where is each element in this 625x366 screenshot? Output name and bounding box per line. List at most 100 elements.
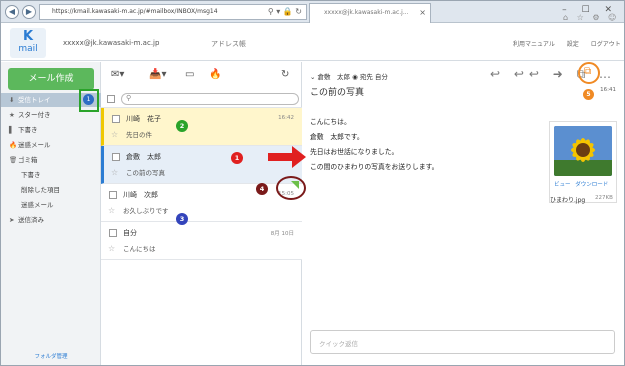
trash-icon: 🗑 xyxy=(9,156,18,164)
tab-close-icon[interactable]: × xyxy=(419,8,426,17)
body-line: 先日はお世話になりました。 xyxy=(310,148,399,156)
message-checkbox[interactable] xyxy=(109,191,117,199)
message-time: 8月 10日 xyxy=(270,231,294,237)
browser-chrome: ◀ ▶ https://kmail.kawasaki-m.ac.jp/#mail… xyxy=(1,1,624,23)
logo-k: K xyxy=(22,29,34,44)
folder-trash[interactable]: 🗑ゴミ箱 xyxy=(1,153,101,167)
tab-title: xxxxx@jk.kawasaki-m.ac.j... xyxy=(324,9,409,16)
folder-label: 受信トレイ xyxy=(18,96,51,104)
message-checkbox[interactable] xyxy=(112,153,120,161)
attachment-name: ひまわり.jpg xyxy=(550,197,586,204)
app-header: K mail xxxxx@jk.kawasaki-m.ac.jp アドレス帳 利… xyxy=(1,23,624,61)
message-row[interactable]: ☆ 川崎 次郎 お久しぶりです 15:05 xyxy=(101,184,302,222)
mark-read-icon[interactable]: ✉▾ xyxy=(111,69,124,80)
message-sender: 倉敷 太郎 xyxy=(126,153,161,161)
archive-icon[interactable]: ▭ xyxy=(185,69,194,80)
attachment-buttons: ビュー ダウンロード xyxy=(554,180,608,188)
quick-reply-placeholder: クイック返信 xyxy=(319,340,358,348)
inbox-unread-badge: 1 xyxy=(83,94,94,105)
message-time: 16:41 xyxy=(600,87,616,93)
folder-spam[interactable]: 🔥迷惑メール xyxy=(1,138,101,152)
annotation-3: 3 xyxy=(176,213,188,225)
star-icon[interactable]: ☆ xyxy=(111,130,118,139)
star-icon[interactable]: ☆ xyxy=(108,206,115,215)
folder-trash-deleted[interactable]: 削除した項目 xyxy=(1,183,101,197)
search-input[interactable]: ⚲ xyxy=(121,93,299,105)
inbox-icon: ⬇ xyxy=(9,96,15,104)
select-all-checkbox[interactable] xyxy=(107,95,115,103)
message-row[interactable]: ☆ 川崎 花子 先日の件 16:42 xyxy=(101,108,302,146)
url-text: https://kmail.kawasaki-m.ac.jp/#mailbox/… xyxy=(52,8,218,15)
attachment-size: 227KB xyxy=(595,195,613,201)
move-icon[interactable]: 📥▾ xyxy=(149,69,166,80)
top-links: 利用マニュアル 設定 ログアウト xyxy=(513,39,621,48)
attachment-thumbnail[interactable] xyxy=(554,126,612,176)
logout-link[interactable]: ログアウト xyxy=(591,41,621,48)
body-line: この間のひまわりの写真をお送りします。 xyxy=(310,163,439,171)
forward-button[interactable]: ▶ xyxy=(22,5,36,19)
folder-label: 迷惑メール xyxy=(21,201,54,209)
folder-label: 下書き xyxy=(21,171,41,179)
folder-label: 下書き xyxy=(18,126,38,134)
body-line: こんにちは。 xyxy=(310,118,351,126)
message-sender: 川崎 次郎 xyxy=(123,191,158,199)
address-bar-icons[interactable]: ⚲ ▾ 🔒 ↻ xyxy=(268,7,302,16)
message-subject-preview: こんにちは xyxy=(123,245,156,253)
search-icon: ⚲ xyxy=(126,94,132,102)
message-list: ✉▾ 📥▾ ▭ 🔥 ↻ ⚲ ☆ 川崎 花子 先日の件 16:42 ☆ 倉敷 太郎 この前の写… xyxy=(101,62,302,365)
message-from[interactable]: ⌄ 倉敷 太郎 ◉ 宛先 自分 xyxy=(310,71,388,81)
annotation-4: 4 xyxy=(256,183,268,195)
addressbook-link[interactable]: アドレス帳 xyxy=(211,39,246,49)
annotation-2: 2 xyxy=(176,120,188,132)
quick-reply-input[interactable]: クイック返信 xyxy=(310,330,615,354)
folder-label: 削除した項目 xyxy=(21,186,60,194)
message-subject-preview: お久しぶりです xyxy=(123,207,169,215)
message-checkbox[interactable] xyxy=(109,229,117,237)
refresh-icon[interactable]: ↻ xyxy=(281,69,289,80)
red-arrow-icon xyxy=(268,146,306,168)
settings-link[interactable]: 設定 xyxy=(567,41,579,48)
download-button[interactable]: ダウンロード xyxy=(575,182,608,188)
folder-label: 送信済み xyxy=(18,216,44,224)
address-bar[interactable]: https://kmail.kawasaki-m.ac.jp/#mailbox/… xyxy=(39,4,307,20)
message-subject: この前の写真 xyxy=(310,88,365,98)
message-checkbox[interactable] xyxy=(112,115,120,123)
annotation-1: 1 xyxy=(231,152,243,164)
folder-management-link[interactable]: フォルダ管理 xyxy=(1,352,101,360)
draft-icon: ▌ xyxy=(9,126,14,134)
folder-sent[interactable]: ➤ 送信済み xyxy=(1,213,101,227)
folder-drafts[interactable]: ▌ 下書き xyxy=(1,123,101,137)
compose-button[interactable]: メール作成 xyxy=(8,68,94,90)
browser-tab[interactable]: xxxxx@jk.kawasaki-m.ac.j... × xyxy=(309,3,431,23)
folder-trash-drafts[interactable]: 下書き xyxy=(1,168,101,182)
folder-label: 迷惑メール xyxy=(18,141,51,149)
folder-label: ゴミ箱 xyxy=(18,156,38,164)
fire-icon: 🔥 xyxy=(9,141,18,149)
list-toolbar: ✉▾ 📥▾ ▭ 🔥 ↻ xyxy=(101,62,302,90)
unread-corner-icon xyxy=(291,181,299,189)
sunflower-image xyxy=(554,126,612,176)
star-icon[interactable]: ☆ xyxy=(111,168,118,177)
star-icon[interactable]: ☆ xyxy=(108,244,115,253)
back-button[interactable]: ◀ xyxy=(5,5,19,19)
attachment-card[interactable]: ビュー ダウンロード xyxy=(549,121,617,203)
message-sender: 自分 xyxy=(123,229,137,237)
browser-toolbar-icons[interactable]: ⌂ ☆ ⚙ ☺ xyxy=(563,13,619,22)
folder-label: スター付き xyxy=(18,111,51,119)
send-icon: ➤ xyxy=(9,216,15,224)
message-body: こんにちは。 倉敷 太郎です。 先日はお世話になりました。 この間のひまわりの写… xyxy=(310,115,438,175)
annotation-5: 5 xyxy=(583,89,594,100)
popout-icon[interactable]: ⧉ xyxy=(584,66,591,77)
manual-link[interactable]: 利用マニュアル xyxy=(513,41,555,48)
message-subject-preview: この前の写真 xyxy=(126,169,165,177)
search-row: ⚲ xyxy=(101,90,302,108)
spam-icon[interactable]: 🔥 xyxy=(209,69,221,80)
reading-pane: ⌄ 倉敷 太郎 ◉ 宛先 自分 この前の写真 16:41 ↩ ↩↩ ➜ ⧉ … … xyxy=(302,62,624,365)
message-sender: 川崎 花子 xyxy=(126,115,161,123)
logo-mail: mail xyxy=(18,44,38,54)
view-button[interactable]: ビュー xyxy=(554,182,571,188)
message-row[interactable]: ☆ 自分こんにちは 8月 10日 xyxy=(101,222,302,260)
body-line: 倉敷 太郎です。 xyxy=(310,133,364,141)
star-icon: ★ xyxy=(9,111,15,119)
folder-trash-spam[interactable]: 迷惑メール xyxy=(1,198,101,212)
